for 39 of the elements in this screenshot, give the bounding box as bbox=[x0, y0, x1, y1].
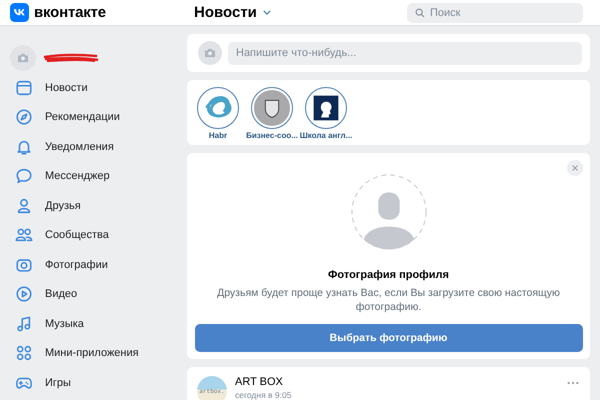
post-input-field[interactable]: Напишите что-нибудь... bbox=[228, 42, 582, 64]
close-icon bbox=[571, 164, 579, 172]
card-text: Друзьям будет проще узнать Вас, если Вы загрузите свою настоящую фотографию. bbox=[216, 286, 561, 314]
chevron-icon[interactable] bbox=[262, 10, 271, 15]
sidebar-item[interactable]: Музыка bbox=[10, 309, 187, 338]
sidebar-item[interactable]: Видео bbox=[10, 280, 187, 309]
apps-icon bbox=[15, 344, 33, 362]
story-name[interactable]: Бизнес-соо... bbox=[246, 131, 298, 140]
sidebar-item[interactable]: Сообщества bbox=[10, 220, 187, 250]
page-title[interactable]: Новости bbox=[194, 4, 257, 21]
redaction-scribble bbox=[42, 52, 100, 62]
story-avatar[interactable] bbox=[305, 87, 347, 129]
close-button[interactable] bbox=[567, 160, 583, 176]
chat-icon bbox=[15, 167, 33, 186]
sidebar-item[interactable]: Мини-приложения bbox=[10, 338, 187, 368]
search-field[interactable]: Поиск bbox=[407, 2, 583, 22]
story-name[interactable]: Habr bbox=[208, 131, 228, 140]
compass-icon bbox=[15, 108, 33, 126]
play-icon bbox=[15, 285, 33, 304]
sidebar-item[interactable]: Друзья bbox=[10, 191, 187, 220]
sidebar-item[interactable]: Фотографии bbox=[10, 250, 187, 280]
camera-icon bbox=[17, 52, 29, 62]
sidebar-item[interactable]: Игры bbox=[10, 368, 187, 398]
choose-photo-button[interactable]: Выбрать фотографию bbox=[194, 324, 582, 352]
emblem-picture bbox=[253, 89, 291, 127]
story-name[interactable]: Школа англ... bbox=[300, 131, 352, 140]
post-author[interactable]: ART BOX bbox=[235, 376, 292, 388]
camera-icon bbox=[204, 48, 216, 58]
sidebar-item[interactable]: Уведомления bbox=[10, 132, 187, 162]
sidebar-item[interactable]: Рекомендации bbox=[10, 102, 187, 132]
news-icon bbox=[15, 78, 33, 97]
logo-icon bbox=[10, 3, 29, 22]
user-icon bbox=[15, 196, 33, 215]
sidebar-item[interactable]: Мессенджер bbox=[10, 162, 187, 191]
card-title: Фотография профиля bbox=[328, 269, 449, 281]
music-icon bbox=[15, 314, 33, 333]
logo-text[interactable]: вконтакте bbox=[34, 4, 106, 21]
more-icon[interactable] bbox=[567, 381, 579, 385]
sidebar-item[interactable]: Новости bbox=[10, 73, 187, 102]
